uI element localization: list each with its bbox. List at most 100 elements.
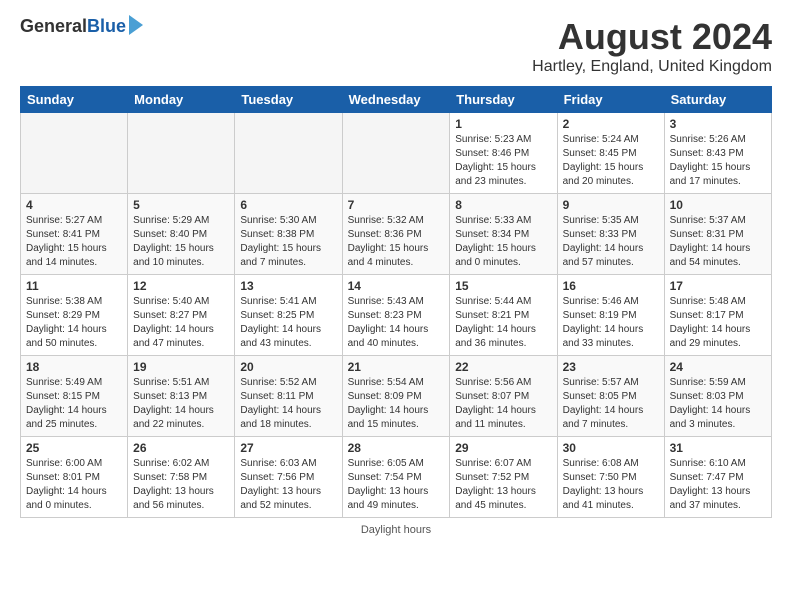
table-row: 4Sunrise: 5:27 AMSunset: 8:41 PMDaylight… [21, 194, 128, 275]
day-info: Sunrise: 6:05 AMSunset: 7:54 PMDaylight:… [348, 458, 429, 511]
table-row: 23Sunrise: 5:57 AMSunset: 8:05 PMDayligh… [557, 356, 664, 437]
day-number: 12 [133, 279, 229, 293]
table-row: 27 Sunrise: 6:03 AMSunset: 7:56 PMDayligh… [235, 437, 342, 518]
day-info: Sunrise: 5:46 AMSunset: 8:19 PMDaylight:… [563, 296, 644, 349]
table-row: 13 Sunrise: 5:41 AMSunset: 8:25 PMDayligh… [235, 275, 342, 356]
calendar-header-row: Sunday Monday Tuesday Wednesday Thursday… [21, 87, 772, 113]
day-number: 26 [133, 441, 229, 455]
calendar-week-1: 1Sunrise: 5:23 AMSunset: 8:46 PMDaylight… [21, 113, 772, 194]
day-number: 9 [563, 198, 659, 212]
day-number: 14 [348, 279, 445, 293]
table-row: 26 Sunrise: 6:02 AMSunset: 7:58 PMDayligh… [128, 437, 235, 518]
table-row: 31 Sunrise: 6:10 AMSunset: 7:47 PMDayligh… [664, 437, 771, 518]
day-number: 27 [240, 441, 336, 455]
day-number: 4 [26, 198, 122, 212]
header: General Blue August 2024 Hartley, Englan… [20, 16, 772, 76]
day-number: 20 [240, 360, 336, 374]
day-info: Sunrise: 5:40 AMSunset: 8:27 PMDaylight:… [133, 296, 214, 349]
day-info: Sunrise: 5:44 AMSunset: 8:21 PMDaylight:… [455, 296, 536, 349]
table-row: 8 Sunrise: 5:33 AMSunset: 8:34 PMDaylight… [450, 194, 557, 275]
table-row: 18 Sunrise: 5:49 AMSunset: 8:15 PMDayligh… [21, 356, 128, 437]
day-info: Sunrise: 5:38 AMSunset: 8:29 PMDaylight:… [26, 296, 107, 349]
day-number: 3 [670, 117, 766, 131]
day-info: Sunrise: 5:59 AMSunset: 8:03 PMDaylight:… [670, 377, 751, 430]
table-row: 14 Sunrise: 5:43 AMSunset: 8:23 PMDayligh… [342, 275, 450, 356]
day-info: Sunrise: 6:00 AMSunset: 8:01 PMDaylight:… [26, 458, 107, 511]
day-number: 31 [670, 441, 766, 455]
table-row: 6 Sunrise: 5:30 AMSunset: 8:38 PMDaylight… [235, 194, 342, 275]
day-info: Sunrise: 6:08 AMSunset: 7:50 PMDaylight:… [563, 458, 644, 511]
table-row: 30 Sunrise: 6:08 AMSunset: 7:50 PMDayligh… [557, 437, 664, 518]
table-row: 15 Sunrise: 5:44 AMSunset: 8:21 PMDayligh… [450, 275, 557, 356]
day-info: Sunrise: 5:23 AMSunset: 8:46 PMDaylight:… [455, 134, 536, 187]
day-info: Sunrise: 5:33 AMSunset: 8:34 PMDaylight:… [455, 215, 536, 268]
col-wednesday: Wednesday [342, 87, 450, 113]
table-row: 11 Sunrise: 5:38 AMSunset: 8:29 PMDayligh… [21, 275, 128, 356]
day-number: 6 [240, 198, 336, 212]
day-info: Sunrise: 5:41 AMSunset: 8:25 PMDaylight:… [240, 296, 321, 349]
day-info: Sunrise: 6:07 AMSunset: 7:52 PMDaylight:… [455, 458, 536, 511]
day-number: 2 [563, 117, 659, 131]
table-row: 28Sunrise: 6:05 AMSunset: 7:54 PMDayligh… [342, 437, 450, 518]
day-info: Sunrise: 5:49 AMSunset: 8:15 PMDaylight:… [26, 377, 107, 430]
calendar-week-4: 18 Sunrise: 5:49 AMSunset: 8:15 PMDayligh… [21, 356, 772, 437]
day-number: 13 [240, 279, 336, 293]
day-info: Sunrise: 5:56 AMSunset: 8:07 PMDaylight:… [455, 377, 536, 430]
day-number: 11 [26, 279, 122, 293]
day-number: 8 [455, 198, 551, 212]
logo-general-text: General [20, 16, 87, 37]
day-number: 17 [670, 279, 766, 293]
day-info: Sunrise: 5:37 AMSunset: 8:31 PMDaylight:… [670, 215, 751, 268]
calendar-week-3: 11 Sunrise: 5:38 AMSunset: 8:29 PMDayligh… [21, 275, 772, 356]
day-info: Sunrise: 5:30 AMSunset: 8:38 PMDaylight:… [240, 215, 321, 268]
table-row: 5Sunrise: 5:29 AMSunset: 8:40 PMDaylight… [128, 194, 235, 275]
daylight-label: Daylight hours [361, 524, 431, 536]
table-row: 22Sunrise: 5:56 AMSunset: 8:07 PMDayligh… [450, 356, 557, 437]
table-row: 24 Sunrise: 5:59 AMSunset: 8:03 PMDayligh… [664, 356, 771, 437]
table-row: 29Sunrise: 6:07 AMSunset: 7:52 PMDayligh… [450, 437, 557, 518]
table-row: 1Sunrise: 5:23 AMSunset: 8:46 PMDaylight… [450, 113, 557, 194]
day-info: Sunrise: 6:03 AMSunset: 7:56 PMDaylight:… [240, 458, 321, 511]
calendar-week-5: 25 Sunrise: 6:00 AMSunset: 8:01 PMDayligh… [21, 437, 772, 518]
table-row: 17Sunrise: 5:48 AMSunset: 8:17 PMDayligh… [664, 275, 771, 356]
day-number: 15 [455, 279, 551, 293]
table-row: 9Sunrise: 5:35 AMSunset: 8:33 PMDaylight… [557, 194, 664, 275]
table-row: 3Sunrise: 5:26 AMSunset: 8:43 PMDaylight… [664, 113, 771, 194]
day-number: 25 [26, 441, 122, 455]
day-info: Sunrise: 6:02 AMSunset: 7:58 PMDaylight:… [133, 458, 214, 511]
logo-blue-text: Blue [87, 16, 126, 37]
day-info: Sunrise: 6:10 AMSunset: 7:47 PMDaylight:… [670, 458, 751, 511]
table-row: 2 Sunrise: 5:24 AMSunset: 8:45 PMDaylight… [557, 113, 664, 194]
col-saturday: Saturday [664, 87, 771, 113]
day-number: 30 [563, 441, 659, 455]
day-number: 21 [348, 360, 445, 374]
col-thursday: Thursday [450, 87, 557, 113]
day-number: 10 [670, 198, 766, 212]
day-number: 5 [133, 198, 229, 212]
table-row: 7Sunrise: 5:32 AMSunset: 8:36 PMDaylight… [342, 194, 450, 275]
table-row: 10 Sunrise: 5:37 AMSunset: 8:31 PMDayligh… [664, 194, 771, 275]
day-info: Sunrise: 5:24 AMSunset: 8:45 PMDaylight:… [563, 134, 644, 187]
day-number: 18 [26, 360, 122, 374]
col-friday: Friday [557, 87, 664, 113]
day-number: 24 [670, 360, 766, 374]
day-info: Sunrise: 5:51 AMSunset: 8:13 PMDaylight:… [133, 377, 214, 430]
footer-note: Daylight hours [20, 524, 772, 536]
table-row: 16Sunrise: 5:46 AMSunset: 8:19 PMDayligh… [557, 275, 664, 356]
day-info: Sunrise: 5:43 AMSunset: 8:23 PMDaylight:… [348, 296, 429, 349]
logo-arrow-icon [129, 15, 143, 35]
day-info: Sunrise: 5:54 AMSunset: 8:09 PMDaylight:… [348, 377, 429, 430]
day-number: 23 [563, 360, 659, 374]
table-row [235, 113, 342, 194]
col-sunday: Sunday [21, 87, 128, 113]
day-info: Sunrise: 5:52 AMSunset: 8:11 PMDaylight:… [240, 377, 321, 430]
page-title: August 2024 [532, 16, 772, 58]
table-row [21, 113, 128, 194]
logo: General Blue [20, 16, 143, 37]
col-tuesday: Tuesday [235, 87, 342, 113]
col-monday: Monday [128, 87, 235, 113]
table-row: 25 Sunrise: 6:00 AMSunset: 8:01 PMDayligh… [21, 437, 128, 518]
calendar-week-2: 4Sunrise: 5:27 AMSunset: 8:41 PMDaylight… [21, 194, 772, 275]
table-row: 21 Sunrise: 5:54 AMSunset: 8:09 PMDayligh… [342, 356, 450, 437]
calendar-table: Sunday Monday Tuesday Wednesday Thursday… [20, 86, 772, 518]
